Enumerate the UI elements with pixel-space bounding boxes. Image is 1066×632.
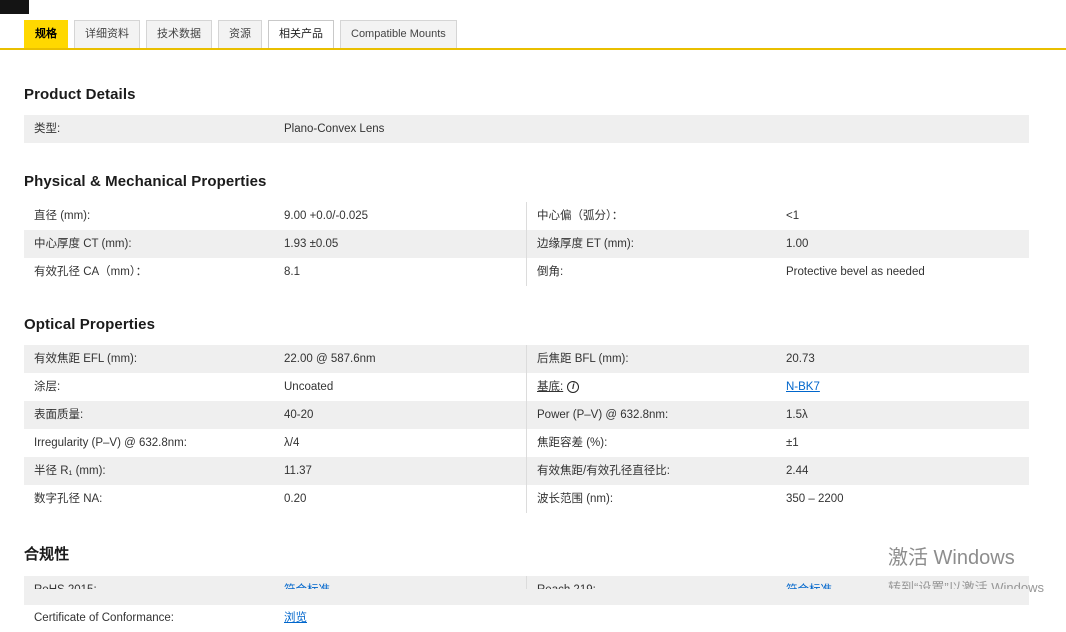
property-label: Power (P–V) @ 632.8nm: xyxy=(526,401,776,429)
property-value: ±1 xyxy=(786,436,799,449)
table-row: Certificate of Conformance: 浏览 xyxy=(24,604,1029,632)
spec-content: Product Details 类型: Plano-Convex Lens Ph… xyxy=(24,86,1029,632)
certificate-view-link[interactable]: 浏览 xyxy=(284,612,307,624)
table-row: Irregularity (P–V) @ 632.8nm: λ/4 焦距容差 (… xyxy=(24,429,1029,457)
property-label: 后焦距 BFL (mm): xyxy=(526,345,776,373)
property-label: 半径 R₁ (mm): xyxy=(34,464,106,477)
tab-tech-data[interactable]: 技术数据 xyxy=(146,20,212,48)
property-label: Certificate of Conformance: xyxy=(34,611,174,624)
info-icon[interactable]: i xyxy=(567,381,580,393)
tab-related-products[interactable]: 相关产品 xyxy=(268,20,334,48)
property-value: Protective bevel as needed xyxy=(786,265,925,278)
optical-properties-table: 有效焦距 EFL (mm): 22.00 @ 587.6nm 后焦距 BFL (… xyxy=(24,345,1029,513)
table-row: 有效孔径 CA（mm）： 8.1 倒角: Protective bevel as… xyxy=(24,258,1029,286)
property-value: λ/4 xyxy=(284,436,300,449)
physical-properties-table: 直径 (mm): 9.00 +0.0/-0.025 中心偏（弧分）： <1 中心… xyxy=(24,202,1029,286)
product-details-table: 类型: Plano-Convex Lens xyxy=(24,115,1029,143)
table-row: 类型: Plano-Convex Lens xyxy=(24,115,1029,143)
table-row: 涂层: Uncoated 基底: i N-BK7 xyxy=(24,373,1029,401)
property-label: 有效孔径 CA（mm）： xyxy=(34,265,148,278)
property-value: N-BK7 xyxy=(776,374,1029,401)
property-value: 11.37 xyxy=(284,464,312,477)
tab-compatible-mounts[interactable]: Compatible Mounts xyxy=(340,20,457,48)
property-value: 8.1 xyxy=(284,265,300,278)
property-value: 9.00 +0.0/-0.025 xyxy=(284,209,369,222)
property-value: 1.00 xyxy=(786,237,809,250)
property-value: 40-20 xyxy=(284,408,314,421)
property-value: 1.5λ xyxy=(786,408,808,421)
windows-activation-watermark: 激活 Windows 转到“设置”以激活 Windows xyxy=(888,541,1044,596)
section-title-product-details: Product Details xyxy=(24,86,136,103)
substrate-label-link[interactable]: 基底: xyxy=(537,380,563,395)
property-value: 350 – 2200 xyxy=(786,492,844,505)
property-label: 中心偏（弧分）： xyxy=(526,202,776,230)
property-label xyxy=(526,612,776,624)
property-value: 0.20 xyxy=(284,492,307,505)
table-row: 中心厚度 CT (mm): 1.93 ±0.05 边缘厚度 ET (mm): 1… xyxy=(24,230,1029,258)
substrate-material-link[interactable]: N-BK7 xyxy=(786,381,820,393)
property-value: 20.73 xyxy=(786,352,815,365)
property-label: 有效焦距 EFL (mm): xyxy=(34,352,138,365)
property-label: 边缘厚度 ET (mm): xyxy=(526,230,776,258)
table-row: 半径 R₁ (mm): 11.37 有效焦距/有效孔径直径比: 2.44 xyxy=(24,457,1029,485)
property-value: 浏览 xyxy=(274,605,526,632)
table-row: 数字孔径 NA: 0.20 波长范围 (nm): 350 – 2200 xyxy=(24,485,1029,513)
property-value: 2.44 xyxy=(786,464,809,477)
property-label-substrate: 基底: i xyxy=(526,373,776,401)
property-label: 波长范围 (nm): xyxy=(526,485,776,513)
property-value: 1.93 ±0.05 xyxy=(284,237,339,250)
tab-bar: 规格 详细资料 技术数据 资源 相关产品 Compatible Mounts xyxy=(0,0,1066,50)
tab-details[interactable]: 详细资料 xyxy=(74,20,140,48)
table-row: 表面质量: 40-20 Power (P–V) @ 632.8nm: 1.5λ xyxy=(24,401,1029,429)
section-title-compliance: 合规性 xyxy=(24,546,70,563)
watermark-line1: 激活 Windows xyxy=(888,547,1015,569)
property-label: 倒角: xyxy=(526,258,776,286)
property-label: Irregularity (P–V) @ 632.8nm: xyxy=(34,436,187,449)
property-value: 22.00 @ 587.6nm xyxy=(284,352,376,365)
property-value xyxy=(776,612,1029,624)
property-label: 表面质量: xyxy=(34,408,84,421)
property-label: 涂层: xyxy=(34,380,61,393)
table-row: 直径 (mm): 9.00 +0.0/-0.025 中心偏（弧分）： <1 xyxy=(24,202,1029,230)
property-value: <1 xyxy=(786,209,800,222)
property-label: 焦距容差 (%): xyxy=(526,429,776,457)
table-row: 有效焦距 EFL (mm): 22.00 @ 587.6nm 后焦距 BFL (… xyxy=(24,345,1029,373)
property-label: 有效焦距/有效孔径直径比: xyxy=(526,457,776,485)
window-corner-fragment xyxy=(0,0,29,14)
property-value: Plano-Convex Lens xyxy=(284,122,385,135)
tab-resources[interactable]: 资源 xyxy=(218,20,262,48)
partial-next-row xyxy=(24,589,1029,605)
property-label xyxy=(526,123,776,135)
property-label: 中心厚度 CT (mm): xyxy=(34,237,132,250)
tab-specs[interactable]: 规格 xyxy=(24,20,68,48)
property-label: 数字孔径 NA: xyxy=(34,492,103,505)
property-value xyxy=(776,123,1029,135)
property-label: 类型: xyxy=(34,122,61,135)
section-title-physical: Physical & Mechanical Properties xyxy=(24,173,267,190)
property-value: Uncoated xyxy=(284,380,334,393)
section-title-optical: Optical Properties xyxy=(24,316,156,333)
property-label: 直径 (mm): xyxy=(34,209,91,222)
